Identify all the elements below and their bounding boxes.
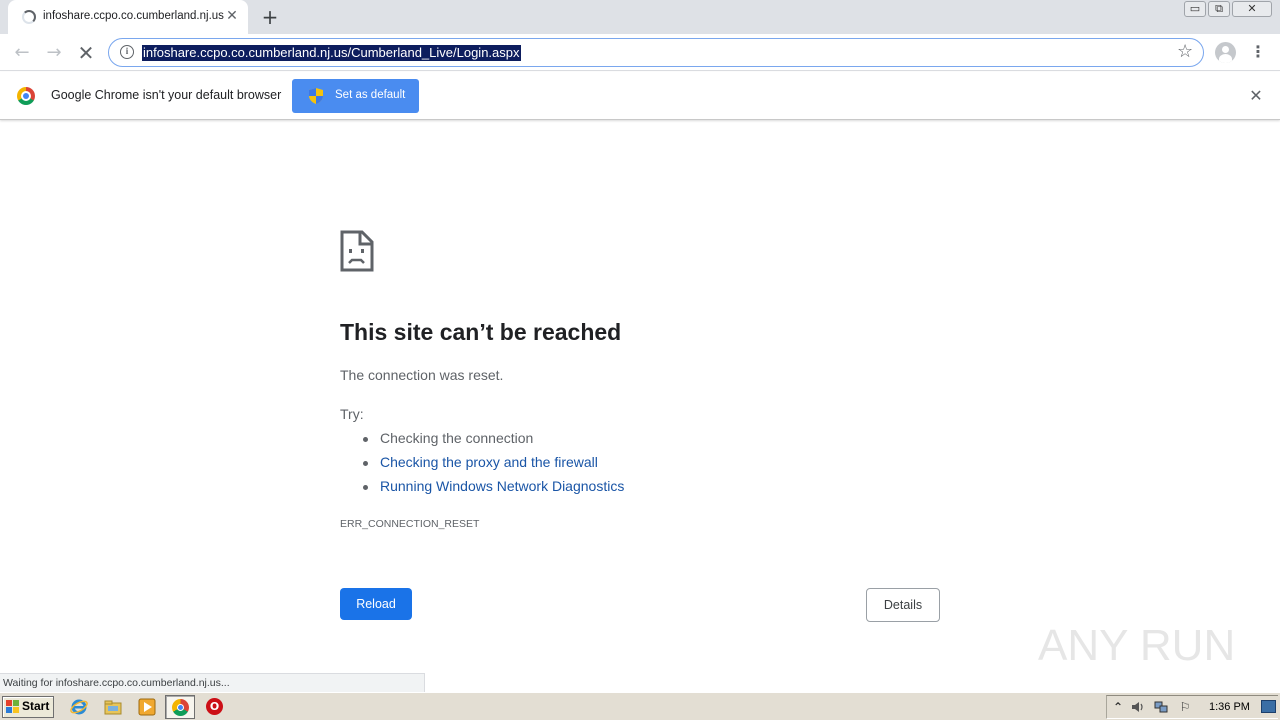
windows-taskbar: Start O ⌃ ⚐ 1:36 PM [0,692,1280,720]
watermark-text: ANY RUN [1038,621,1235,670]
tab-title: infoshare.ccpo.co.cumberland.nj.us [43,10,224,22]
browser-toolbar: ← → ✕ i infoshare.ccpo.co.cumberland.nj.… [0,34,1280,71]
chrome-taskbar-icon [172,699,189,716]
minimize-button[interactable]: ▭ [1184,1,1206,17]
new-tab-button[interactable]: + [259,6,281,28]
browser-tab[interactable]: infoshare.ccpo.co.cumberland.nj.us ✕ [8,0,248,34]
system-tray: ⌃ ⚐ 1:36 PM [1106,695,1278,719]
suggestion-network-diagnostics-link[interactable]: Running Windows Network Diagnostics [380,478,624,494]
window-close-button[interactable]: ✕ [1232,1,1272,17]
file-explorer-icon[interactable] [104,698,122,716]
action-center-flag-icon[interactable]: ⚐ [1178,700,1192,714]
try-label: Try: [340,406,364,422]
show-hidden-icons-icon[interactable]: ⌃ [1111,700,1125,714]
show-desktop-icon[interactable] [1261,700,1276,713]
url-text[interactable]: infoshare.ccpo.co.cumberland.nj.us/Cumbe… [142,45,521,61]
reload-button[interactable]: Reload [340,588,412,620]
error-code: ERR_CONNECTION_RESET [340,518,480,530]
back-button[interactable]: ← [10,41,34,65]
media-player-icon[interactable] [138,698,156,716]
chrome-logo-icon [17,87,35,105]
infobar-close-icon[interactable]: ✕ [1248,87,1264,105]
sad-page-icon [340,230,374,272]
taskbar-chrome-button[interactable] [165,695,195,719]
error-title: This site can’t be reached [340,319,622,345]
address-bar[interactable]: i infoshare.ccpo.co.cumberland.nj.us/Cum… [108,38,1204,67]
title-bar: infoshare.ccpo.co.cumberland.nj.us ✕ + ▭… [0,0,1280,34]
details-button[interactable]: Details [866,588,940,622]
stop-loading-button[interactable]: ✕ [74,41,98,65]
site-info-icon[interactable]: i [120,45,134,59]
infobar-message: Google Chrome isn't your default browser [51,88,282,102]
chrome-menu-icon[interactable]: ⋮ [1250,42,1266,62]
start-button[interactable]: Start [2,696,54,718]
set-as-default-button[interactable]: Set as default [292,79,419,113]
volume-icon[interactable] [1131,700,1145,714]
set-as-default-label: Set as default [335,89,406,101]
suggestion-proxy-firewall-link[interactable]: Checking the proxy and the firewall [380,454,598,470]
network-icon[interactable] [1154,700,1168,714]
uac-shield-icon [309,88,323,104]
windows-logo-icon [6,700,19,713]
taskbar-clock[interactable]: 1:36 PM [1209,701,1250,713]
start-label: Start [22,699,50,713]
opera-icon[interactable]: O [206,698,223,715]
restore-button[interactable]: ⧉ [1208,1,1230,17]
loading-spinner-icon [22,10,36,24]
default-browser-infobar: Google Chrome isn't your default browser… [0,72,1280,120]
profile-avatar-icon[interactable] [1215,42,1236,63]
internet-explorer-icon[interactable] [70,698,88,716]
bullet-icon [363,461,368,466]
bookmark-star-icon[interactable]: ☆ [1177,41,1193,62]
suggestion-check-connection: Checking the connection [380,430,534,446]
anyrun-watermark-logo: ANY RUN [1038,621,1235,670]
bullet-icon [363,437,368,442]
tab-close-icon[interactable]: ✕ [224,8,240,24]
error-subtitle: The connection was reset. [340,367,504,383]
bullet-icon [363,485,368,490]
forward-button[interactable]: → [42,41,66,65]
status-bubble: Waiting for infoshare.ccpo.co.cumberland… [0,673,425,692]
